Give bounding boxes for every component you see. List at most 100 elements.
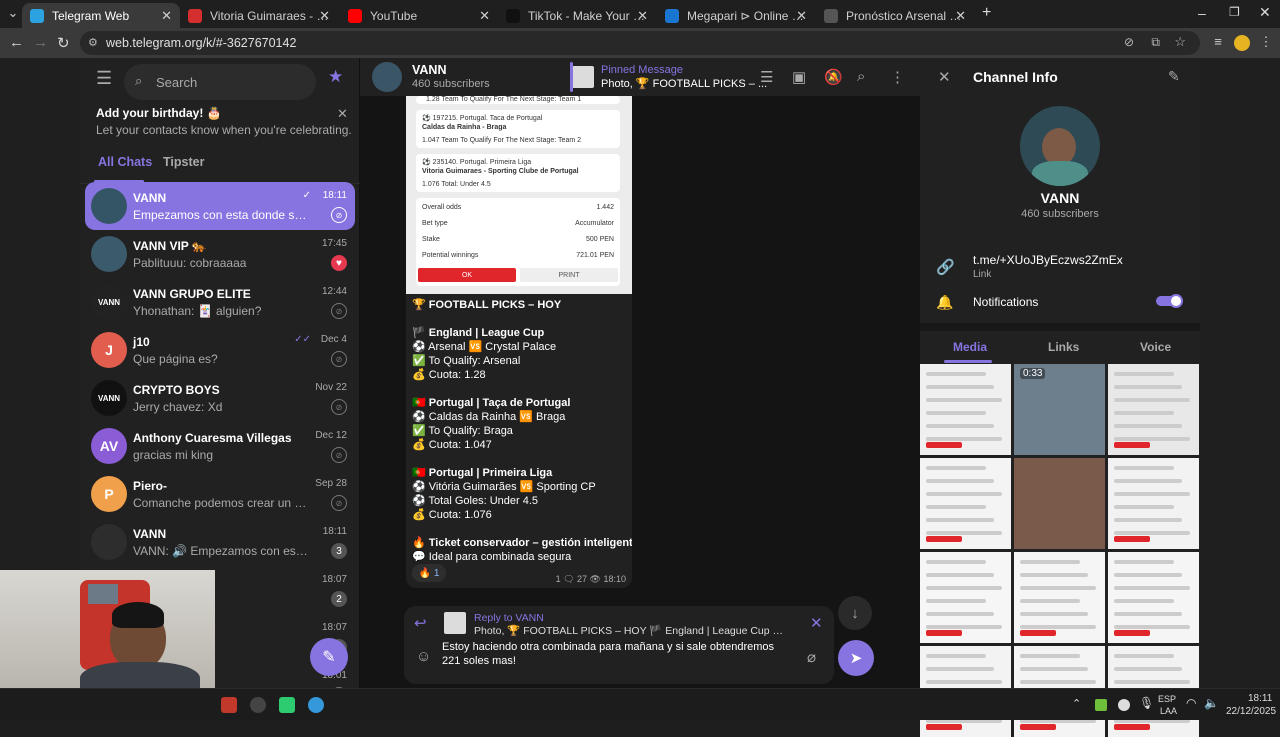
tray-app-icon[interactable] (1118, 699, 1130, 711)
ticket-ok-button: OK (418, 268, 516, 282)
channel-photo[interactable] (1020, 106, 1100, 186)
compose-button[interactable]: ✎ (310, 638, 348, 676)
close-window-icon[interactable]: ✕ (1259, 4, 1271, 21)
browser-menu-icon[interactable]: ⋮ (1259, 35, 1273, 49)
browser-tab[interactable]: TikTok - Make Your Day ✕ (498, 3, 656, 28)
app-icon[interactable] (221, 697, 237, 713)
channel-post[interactable]: 1.28 Team To Qualify For The Next Stage:… (406, 96, 632, 588)
search-input[interactable]: ⌕ Search (124, 64, 316, 100)
star-icon[interactable]: ★ (328, 67, 343, 87)
send-button[interactable]: ➤ (838, 640, 874, 676)
language-bottom[interactable]: LAA (1160, 706, 1177, 716)
cancel-reply-icon[interactable]: ✕ (810, 614, 823, 632)
channel-avatar[interactable] (372, 62, 402, 92)
new-tab-button[interactable]: + (982, 4, 991, 22)
media-thumbnail[interactable] (920, 364, 1011, 455)
chat-list-item[interactable]: P Piero- Comanche podemos crear un servido… (85, 470, 355, 518)
chat-time: 18:11 (322, 190, 347, 201)
channel-title: VANN (412, 63, 447, 77)
forward-icon[interactable]: → (33, 34, 48, 51)
media-thumbnail[interactable]: 0:33 (1014, 364, 1105, 455)
chat-list-item[interactable]: VANN VANN: 🔊 Empezamos con esta do... 18:1… (85, 518, 355, 566)
chat-time: 18:11 (322, 526, 347, 537)
clock-time[interactable]: 18:11 (1248, 693, 1272, 704)
close-banner-icon[interactable]: ✕ (337, 106, 348, 122)
chat-header[interactable]: VANN 460 subscribers Pinned Message Phot… (360, 58, 920, 96)
info-link[interactable]: t.me/+XUoJByEczws2ZmEx (973, 253, 1123, 267)
language-top[interactable]: ESP (1158, 694, 1176, 704)
chat-list-item[interactable]: AV Anthony Cuaresma Villegas gracias mi ki… (85, 422, 355, 470)
tab-tipster[interactable]: Tipster (163, 155, 204, 169)
browser-tab[interactable]: Telegram Web ✕ (22, 3, 180, 28)
more-icon[interactable]: ⋮ (890, 68, 905, 86)
bookmark-star-icon[interactable]: ☆ (1174, 34, 1186, 50)
tab-close-icon[interactable]: ✕ (161, 8, 172, 24)
tab-close-icon[interactable]: ✕ (319, 8, 330, 24)
browser-tab[interactable]: YouTube ✕ (340, 3, 498, 28)
site-info-icon[interactable]: ⚙ (88, 36, 98, 49)
close-info-icon[interactable]: ✕ (938, 68, 951, 86)
pinned-label: Pinned Message (601, 64, 683, 76)
mic-icon[interactable]: 🎙 (1139, 696, 1154, 710)
tab-close-icon[interactable]: ✕ (796, 8, 807, 24)
media-thumbnail[interactable] (1108, 364, 1199, 455)
scroll-down-button[interactable]: ↓ (838, 596, 872, 630)
chat-list-item[interactable]: VANN CRYPTO BOYS Jerry chavez: Xd Nov 22 ⊘ (85, 374, 355, 422)
bet-ticket-image[interactable]: 1.28 Team To Qualify For The Next Stage:… (406, 96, 632, 294)
attach-icon[interactable]: ⌀ (807, 648, 816, 666)
emoji-icon[interactable]: ☺ (416, 648, 431, 665)
tab-voice[interactable]: Voice (1140, 340, 1171, 354)
edit-icon[interactable]: ✎ (1168, 68, 1180, 85)
chat-search-icon[interactable]: ⌕ (857, 68, 865, 85)
media-thumbnail[interactable] (1014, 552, 1105, 643)
pin-list-icon[interactable]: ☰ (760, 68, 773, 86)
mute-icon[interactable]: 🔕 (824, 68, 843, 86)
media-thumbnail[interactable] (1014, 458, 1105, 549)
notifications-toggle[interactable] (1156, 294, 1183, 308)
reading-list-icon[interactable]: ≡ (1211, 35, 1225, 49)
discussion-icon[interactable]: ▣ (792, 68, 806, 86)
app-icon[interactable] (250, 697, 266, 713)
maximize-icon[interactable]: ❐ (1229, 5, 1240, 19)
volume-icon[interactable]: 🔈 (1204, 696, 1219, 710)
tab-media[interactable]: Media (953, 340, 987, 354)
tab-close-icon[interactable]: ✕ (479, 8, 490, 24)
tab-links[interactable]: Links (1048, 340, 1079, 354)
media-thumbnail[interactable] (1108, 552, 1199, 643)
chat-list-item[interactable]: VANN VANN GRUPO ELITE Yhonathan: 🃏 alguien… (85, 278, 355, 326)
reload-icon[interactable]: ↻ (57, 34, 70, 52)
tab-close-icon[interactable]: ✕ (637, 8, 648, 24)
reaction-fire[interactable]: 🔥 1 (412, 564, 446, 582)
birthday-banner[interactable]: Add your birthday! 🎂 Let your contacts k… (80, 102, 360, 148)
pinned-thumbnail[interactable] (572, 66, 594, 88)
address-bar[interactable]: ⚙ web.telegram.org/k/#-3627670142 ⊘ ⧉ ☆ (80, 31, 1200, 55)
tab-all-chats[interactable]: All Chats (98, 155, 152, 169)
clock-date[interactable]: 22/12/2025 (1226, 706, 1276, 717)
tab-search-icon[interactable]: ⌄ (6, 6, 20, 20)
app-icon[interactable] (308, 697, 324, 713)
tray-app-icon[interactable] (1095, 699, 1107, 711)
install-icon[interactable]: ⧉ (1151, 35, 1160, 50)
browser-tab[interactable]: Megapari ⊳ Online Sports Betti✕ (657, 3, 815, 28)
message-input[interactable]: Estoy haciendo otra combinada para mañan… (442, 640, 792, 668)
browser-tab[interactable]: Vitoria Guimaraes - Sporting Cl✕ (180, 3, 338, 28)
browser-tab[interactable]: Pronóstico Arsenal Crystal Pala✕ (816, 3, 974, 28)
eye-off-icon[interactable]: ⊘ (1124, 35, 1134, 49)
menu-icon[interactable]: ☰ (96, 68, 112, 89)
tab-close-icon[interactable]: ✕ (955, 8, 966, 24)
tray-chevron-icon[interactable]: ⌃ (1072, 697, 1081, 710)
wifi-icon[interactable]: ◠ (1186, 696, 1196, 710)
media-thumbnail[interactable] (920, 458, 1011, 549)
birthday-title: Add your birthday! 🎂 (96, 106, 222, 120)
app-icon[interactable] (279, 697, 295, 713)
profile-avatar[interactable] (1234, 35, 1250, 51)
chat-list-item[interactable]: VANN VIP 🐅 Pablituuu: cobraaaaa 17:45 ♥ (85, 230, 355, 278)
back-icon[interactable]: ← (9, 34, 24, 51)
chat-list-item[interactable]: VANN Empezamos con esta donde se gano 31.… (85, 182, 355, 230)
chat-list-item[interactable]: Jj10 Que página es? Dec 4 ✓✓ ⊘ (85, 326, 355, 374)
tab-favicon-icon (506, 8, 520, 23)
minimize-icon[interactable]: – (1198, 5, 1206, 21)
media-thumbnail[interactable] (920, 552, 1011, 643)
media-thumbnail[interactable] (1108, 458, 1199, 549)
pinned-text[interactable]: Photo, 🏆 FOOTBALL PICKS – ... (601, 77, 767, 90)
